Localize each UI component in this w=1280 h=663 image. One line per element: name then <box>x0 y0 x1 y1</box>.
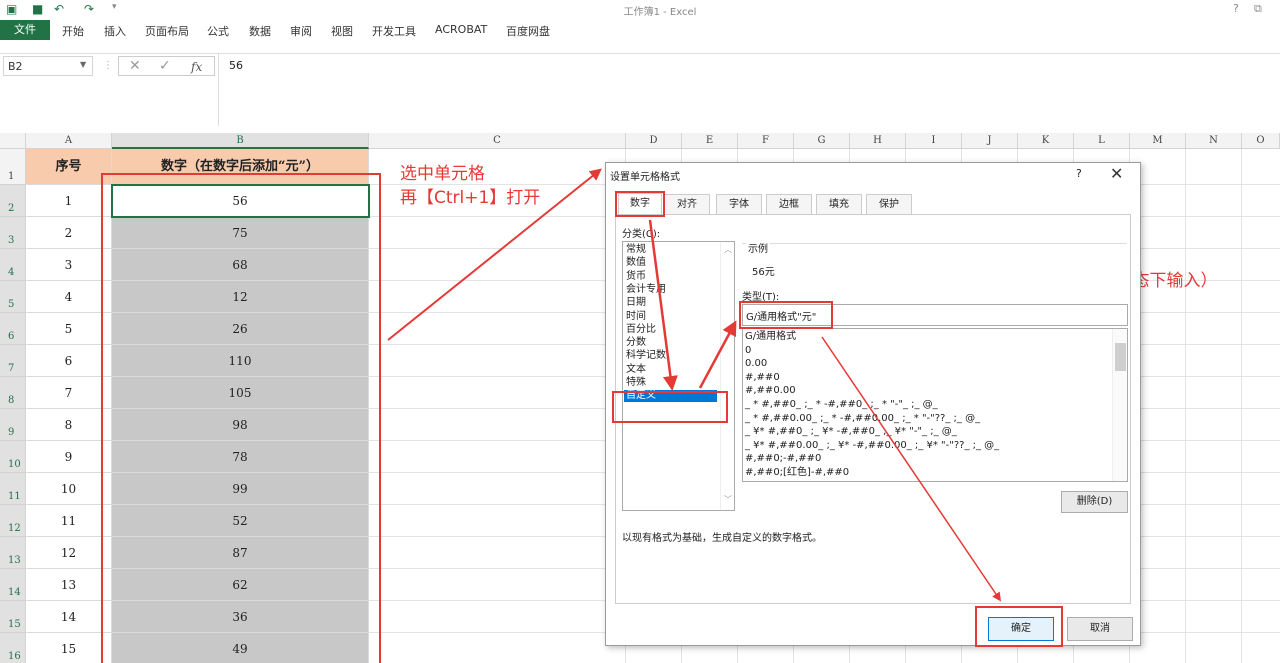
arrow-to-ok <box>821 336 1002 602</box>
arrow-to-dialog <box>387 168 602 341</box>
arrow-to-type <box>698 320 737 389</box>
annotation-arrows <box>387 168 1002 602</box>
arrow-to-custom <box>648 219 678 391</box>
excel-window: ▣ ■ ↶ ↷ ▾ 工作簿1 - Excel ? ⧉ 文件 开始 插入 页面布局… <box>0 0 1280 663</box>
